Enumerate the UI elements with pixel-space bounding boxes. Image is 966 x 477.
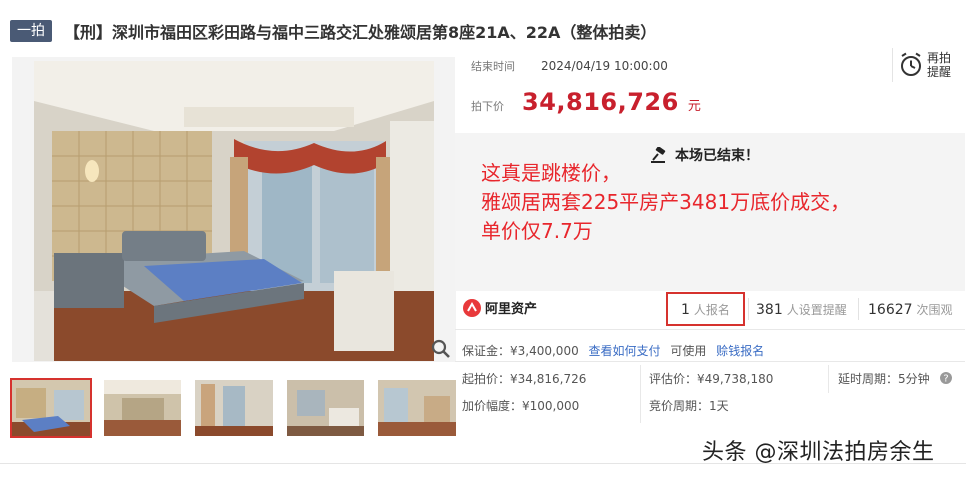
delay-period: 延时周期：5分钟 — [838, 372, 930, 386]
ali-assets-label: 阿里资产 — [485, 302, 538, 317]
bid-period: 竞价周期：1天 — [649, 399, 729, 413]
svg-text:?: ? — [944, 374, 949, 385]
end-time-label: 结束时间 — [471, 60, 515, 73]
auction-remind-button[interactable]: 再拍 提醒 — [892, 48, 958, 82]
views-stat: 16627 次围观 — [868, 301, 953, 318]
reminders-label: 人设置提醒 — [786, 303, 847, 317]
alarm-clock-icon — [901, 52, 921, 76]
annotation-line-2: 雅颂居两套225平房产3481万底价成交， — [481, 190, 851, 214]
deposit-row: 保证金：¥3,400,000 查看如何支付 可使用 赊钱报名 — [462, 342, 764, 359]
column-divider — [640, 365, 641, 423]
auction-status-panel: 本场已结束！ 这真是跳楼价， 雅颂居两套225平房产3481万底价成交， 单价仅… — [455, 133, 965, 291]
ali-assets-brand[interactable]: 阿里资产 — [463, 298, 537, 317]
zoom-icon[interactable] — [430, 338, 452, 360]
reminders-count: 381 — [756, 302, 783, 318]
bottom-border — [0, 463, 966, 464]
thumbnail-1[interactable] — [10, 378, 92, 438]
end-time-value: 2024/04/19 10:00:00 — [541, 59, 668, 73]
source-watermark: 头条 @深圳法拍房余生 — [702, 440, 935, 465]
trustee-signup-link[interactable]: 赊钱报名 — [716, 344, 764, 358]
help-icon[interactable]: ? — [939, 371, 953, 385]
red-annotation: 这真是跳楼价， 雅颂居两套225平房产3481万底价成交， 单价仅7.7万 — [481, 159, 850, 246]
section-divider — [455, 361, 965, 362]
thumbnail-living-image — [378, 380, 456, 436]
start-price: 起拍价：¥34,816,726 — [462, 372, 587, 386]
final-price-label: 拍下价 — [471, 100, 504, 113]
final-price-value: 34,816,726 — [522, 88, 679, 116]
stats-divider — [748, 298, 749, 320]
annotation-line-1: 这真是跳楼价， — [481, 161, 621, 185]
appraisal-price: 评估价：¥49,738,180 — [649, 372, 774, 386]
how-to-pay-link[interactable]: 查看如何支付 — [589, 344, 661, 358]
thumbnail-3[interactable] — [195, 380, 273, 436]
thumbnail-bathroom-image — [286, 380, 365, 436]
delay-period-row: 延时周期：5分钟 ? — [838, 370, 953, 387]
remind-label-line2: 提醒 — [927, 65, 952, 79]
thumbnail-room-image — [103, 380, 182, 436]
annotation-line-3: 单价仅7.7万 — [481, 219, 593, 243]
auction-title-bar: 一拍 【刑】深圳市福田区彩田路与福中三路交汇处雅颂居第8座21A、22A（整体拍… — [10, 16, 960, 46]
thumbnail-hallway-image — [195, 380, 273, 436]
views-count: 16627 — [868, 302, 913, 318]
photo-thumbnails — [10, 378, 456, 438]
page-title: 【刑】深圳市福田区彩田路与福中三路交汇处雅颂居第8座21A、22A（整体拍卖） — [64, 23, 657, 42]
signups-highlight-box — [666, 292, 745, 326]
price-unit: 元 — [687, 99, 701, 114]
ali-assets-logo-icon — [463, 298, 481, 317]
stats-divider — [858, 298, 859, 320]
final-price-row: 拍下价 34,816,726 元 — [471, 88, 701, 116]
main-property-photo[interactable] — [12, 57, 456, 362]
auction-info-panel: 结束时间 2024/04/19 10:00:00 拍下价 34,816,726 … — [455, 48, 965, 133]
deposit-text: 保证金：¥3,400,000 — [462, 344, 579, 358]
thumbnail-2[interactable] — [103, 380, 182, 436]
remind-label-line1: 再拍 — [927, 51, 952, 65]
column-divider — [828, 365, 829, 393]
reminders-stat: 381 人设置提醒 — [756, 301, 847, 318]
auction-round-badge: 一拍 — [10, 20, 52, 42]
can-use-text: 可使用 — [670, 344, 707, 358]
thumbnail-4[interactable] — [286, 380, 365, 436]
section-divider — [455, 329, 965, 330]
bedroom-photo — [34, 61, 434, 361]
thumbnail-bedroom-image — [12, 380, 90, 436]
end-time-row: 结束时间 2024/04/19 10:00:00 — [471, 58, 668, 74]
thumbnail-5[interactable] — [378, 380, 456, 436]
views-label: 次围观 — [916, 303, 953, 317]
bid-increment: 加价幅度：¥100,000 — [462, 399, 580, 413]
